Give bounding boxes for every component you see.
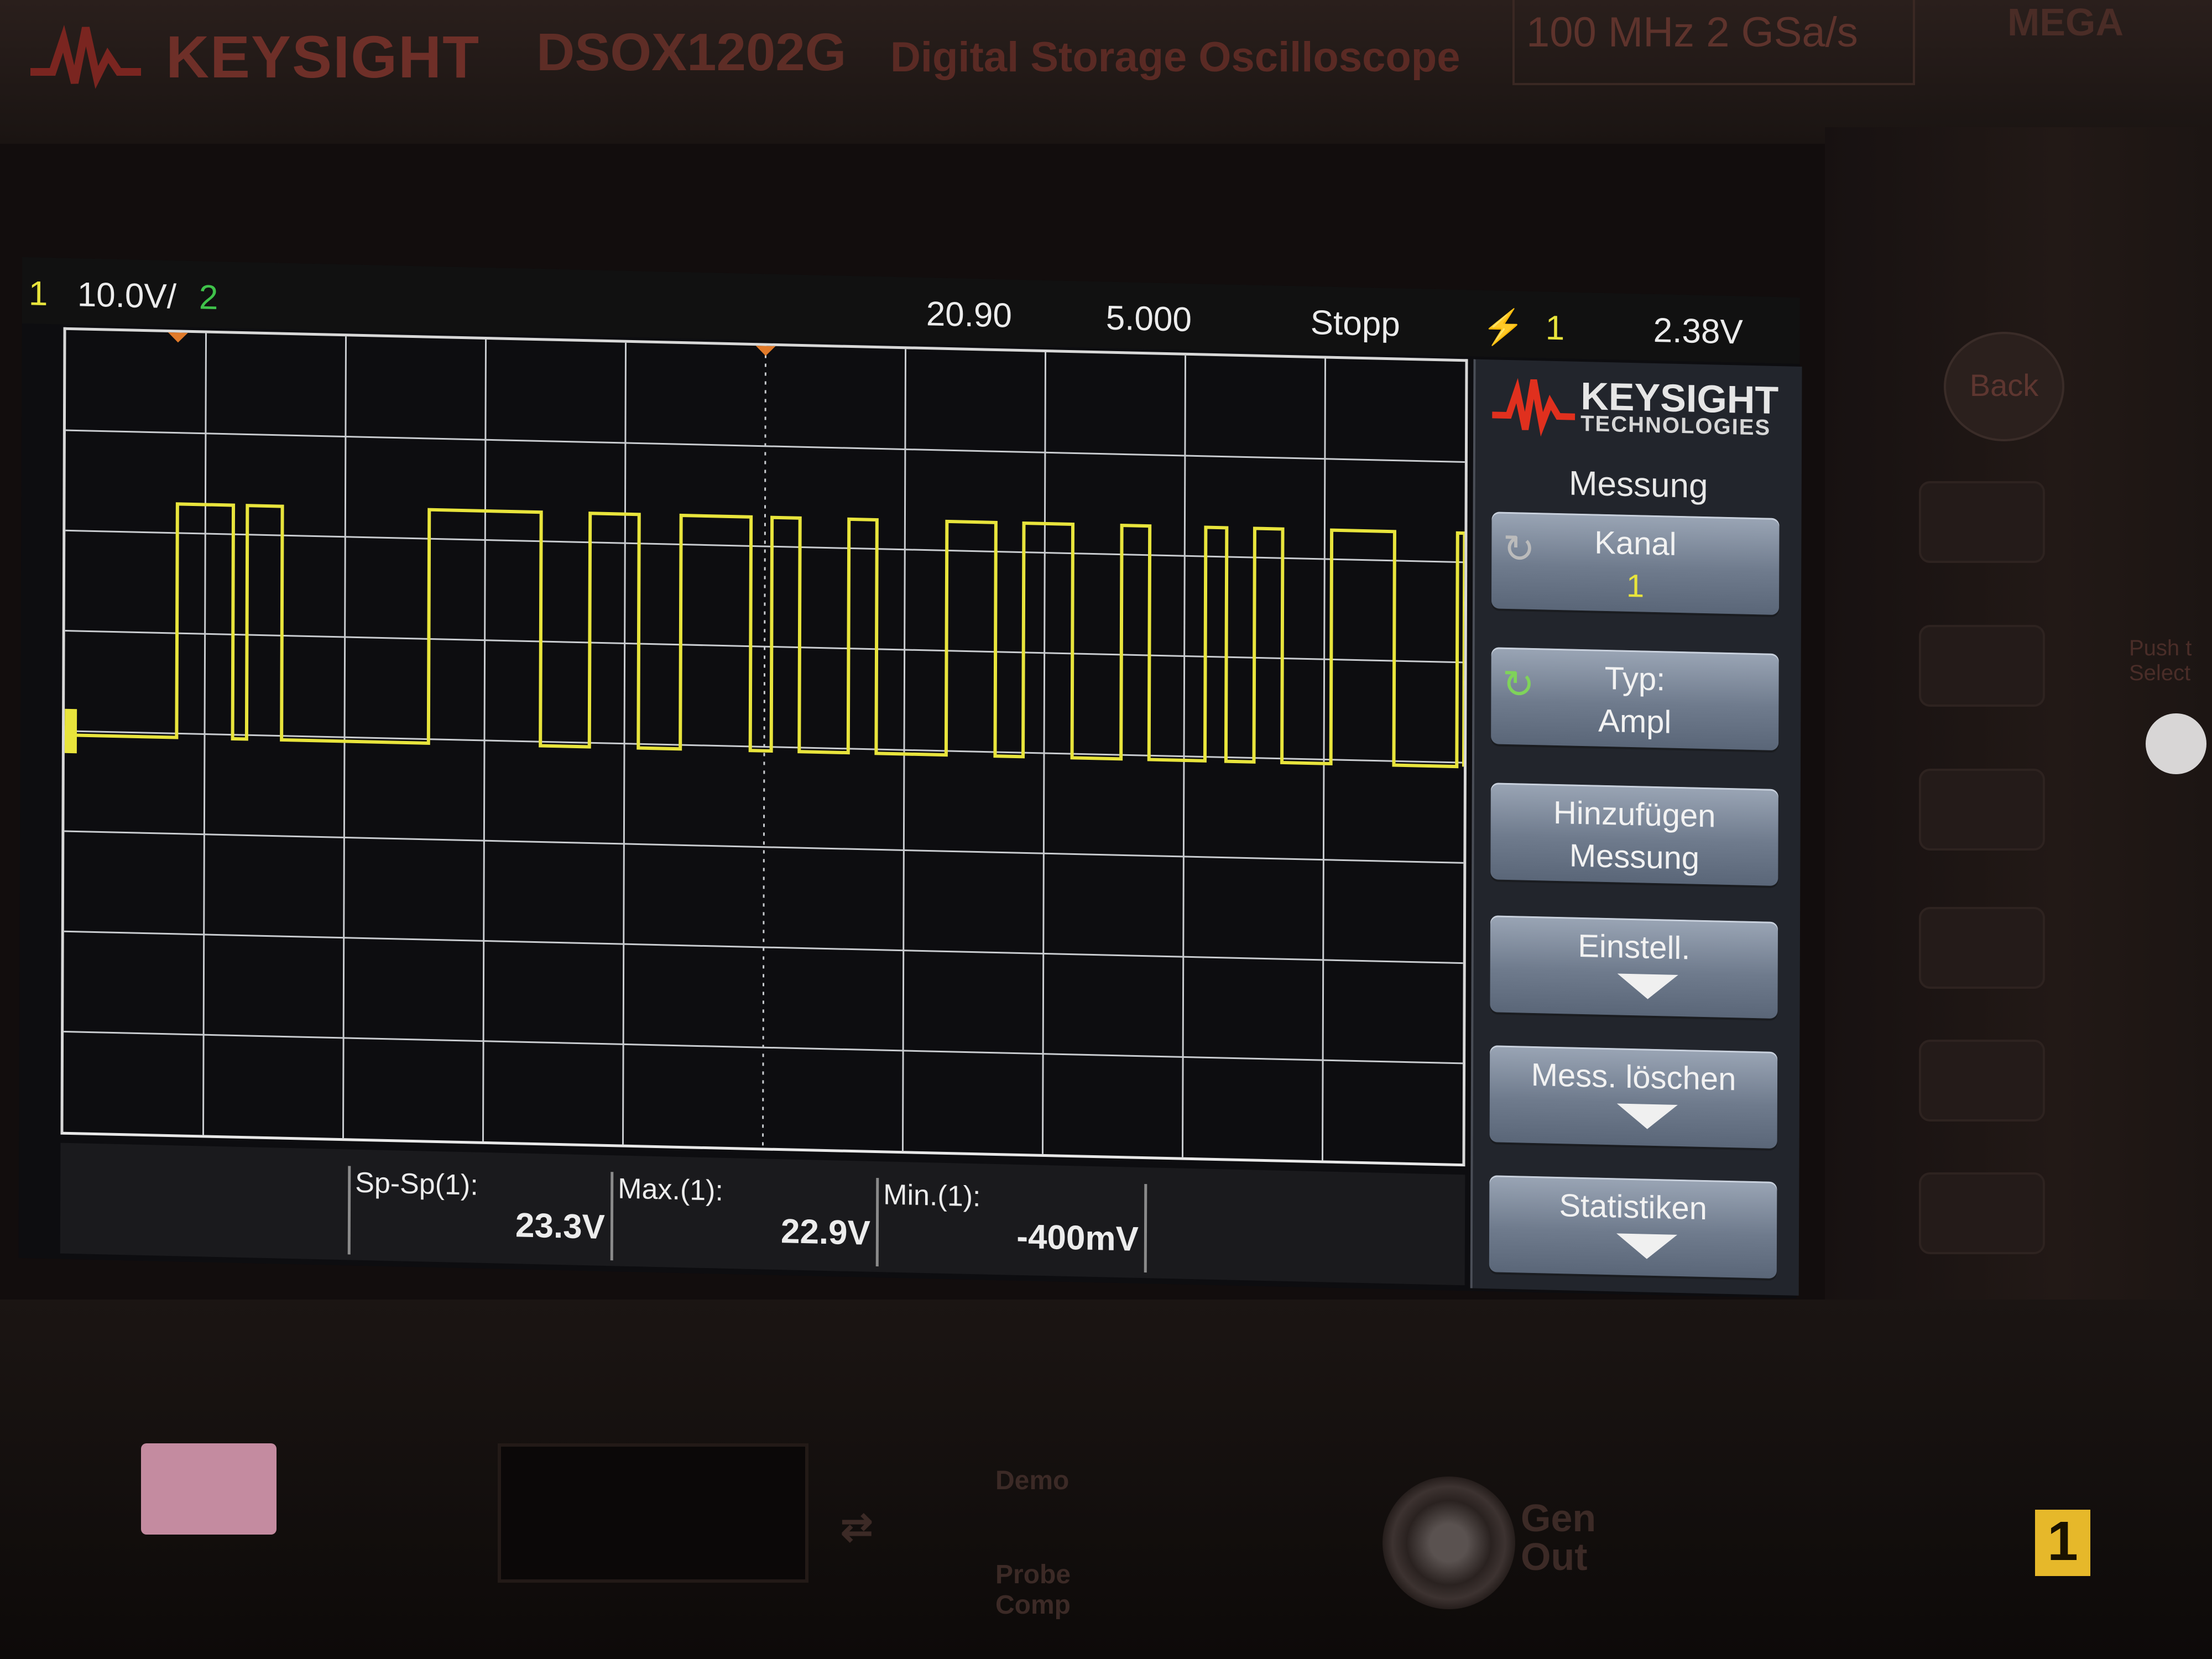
channel1-indicator[interactable]: 1 xyxy=(29,274,48,314)
softkey-clear-measurements[interactable]: Mess. löschen xyxy=(1489,1045,1778,1149)
waveform-svg xyxy=(64,332,1465,1161)
softkey-label: Kanal xyxy=(1594,524,1677,562)
demo-label: Demo xyxy=(995,1466,1070,1495)
measurement-peak-to-peak: Sp-Sp(1): 23.3V xyxy=(347,1166,611,1261)
submenu-arrow-icon xyxy=(1616,1233,1678,1260)
back-label: Back xyxy=(1969,368,2039,403)
softkey-label: Einstell. xyxy=(1578,927,1691,967)
softkey-channel[interactable]: ↻ Kanal 1 xyxy=(1491,512,1780,615)
softkey-value: 1 xyxy=(1626,567,1645,604)
softkey-label: Statistiken xyxy=(1559,1187,1708,1227)
mega-badge: MEGA xyxy=(2007,1,2124,44)
softkey-add-measurement[interactable]: Hinzufügen Messung xyxy=(1490,782,1778,886)
softkey-hardware-button-5[interactable] xyxy=(1919,1040,2045,1121)
measurement-label: Sp-Sp(1): xyxy=(355,1166,478,1202)
softkey-hardware-button-2[interactable] xyxy=(1919,625,2045,707)
run-state[interactable]: Stopp xyxy=(1311,303,1400,345)
logo-subtext: TECHNOLOGIES xyxy=(1580,411,1771,440)
channel-tag: 1 xyxy=(2035,1510,2090,1576)
measurement-value: -400mV xyxy=(1016,1217,1139,1259)
trigger-level: 2.38V xyxy=(1653,311,1743,352)
time-scale: 5.000 xyxy=(1105,299,1192,339)
measurement-max: Max.(1): 22.9V xyxy=(610,1172,877,1267)
delay-marker xyxy=(168,332,188,343)
measurement-bar: Sp-Sp(1): 23.3V Max.(1): 22.9V Min.(1): … xyxy=(60,1142,1465,1286)
softkey-label: Hinzufügen xyxy=(1553,794,1716,834)
softkey-settings[interactable]: Einstell. xyxy=(1490,915,1778,1019)
bandwidth-spec: 100 MHz 2 GSa/s xyxy=(1526,9,1858,56)
softkey-hardware-button-4[interactable] xyxy=(1919,907,2045,989)
oscilloscope-screen: 1 10.0V/ 2 20.90 5.000 Stopp ⚡ 1 2.38V S… xyxy=(18,257,1802,1298)
softkey-hardware-button-6[interactable] xyxy=(1919,1172,2045,1254)
measurement-min: Min.(1): -400mV xyxy=(875,1178,1147,1273)
channel1-ground-marker[interactable] xyxy=(64,708,77,754)
panel-logo: KEYSIGHT TECHNOLOGIES xyxy=(1486,365,1796,450)
push-select-label: Push t Select xyxy=(2129,636,2192,685)
softkey-label-line2: Messung xyxy=(1569,837,1700,877)
trigger-channel: 1 xyxy=(1545,309,1565,348)
model-name: DSOX1202G xyxy=(536,23,847,82)
power-button[interactable] xyxy=(141,1443,276,1535)
grid-line-horizontal xyxy=(64,830,1464,864)
waveform-display[interactable] xyxy=(60,327,1468,1167)
gen-out-label: Gen Out xyxy=(1521,1496,1597,1578)
softkey-menu-panel: KEYSIGHT TECHNOLOGIES Messung ↻ Kanal 1 … xyxy=(1470,359,1802,1296)
probe-comp-label: Probe Comp xyxy=(995,1560,1071,1620)
model-description: Digital Storage Oscilloscope xyxy=(890,34,1460,81)
brand-name: KEYSIGHT xyxy=(166,23,481,90)
usb-port[interactable] xyxy=(498,1443,808,1583)
submenu-arrow-icon xyxy=(1616,1103,1678,1130)
keysight-logo-icon xyxy=(1492,378,1575,437)
gen-out-bnc-connector[interactable] xyxy=(1383,1477,1515,1609)
channel2-indicator[interactable]: 2 xyxy=(199,278,218,317)
oscilloscope-top-bezel: KEYSIGHT DSOX1202G Digital Storage Oscil… xyxy=(0,0,2212,144)
time-offset: 20.90 xyxy=(926,295,1013,335)
softkey-label: Mess. löschen xyxy=(1531,1056,1736,1098)
softkey-value: Ampl xyxy=(1598,702,1672,740)
front-panel-bottom xyxy=(0,1300,2212,1659)
menu-title: Messung xyxy=(1568,464,1708,506)
trigger-edge-icon: ⚡ xyxy=(1481,307,1525,347)
channel1-scale: 10.0V/ xyxy=(77,275,177,316)
trigger-position-marker xyxy=(755,346,776,356)
measurement-value: 22.9V xyxy=(780,1212,871,1253)
softkey-hardware-button-3[interactable] xyxy=(1919,769,2045,851)
keysight-logo-icon xyxy=(30,24,141,89)
softkey-statistics[interactable]: Statistiken xyxy=(1489,1175,1777,1279)
measurement-label: Min.(1): xyxy=(883,1178,981,1213)
measurement-value: 23.3V xyxy=(515,1206,606,1246)
softkey-hardware-button-1[interactable] xyxy=(1919,481,2045,563)
softkey-label: Typ: xyxy=(1604,660,1666,698)
entry-knob[interactable] xyxy=(2146,713,2206,774)
back-button[interactable]: Back xyxy=(1944,332,2064,441)
measurement-label: Max.(1): xyxy=(618,1172,723,1207)
submenu-arrow-icon xyxy=(1617,973,1678,1000)
softkey-type[interactable]: ↻ Typ: Ampl xyxy=(1491,647,1779,751)
usb-icon: ⇄ xyxy=(841,1505,873,1548)
